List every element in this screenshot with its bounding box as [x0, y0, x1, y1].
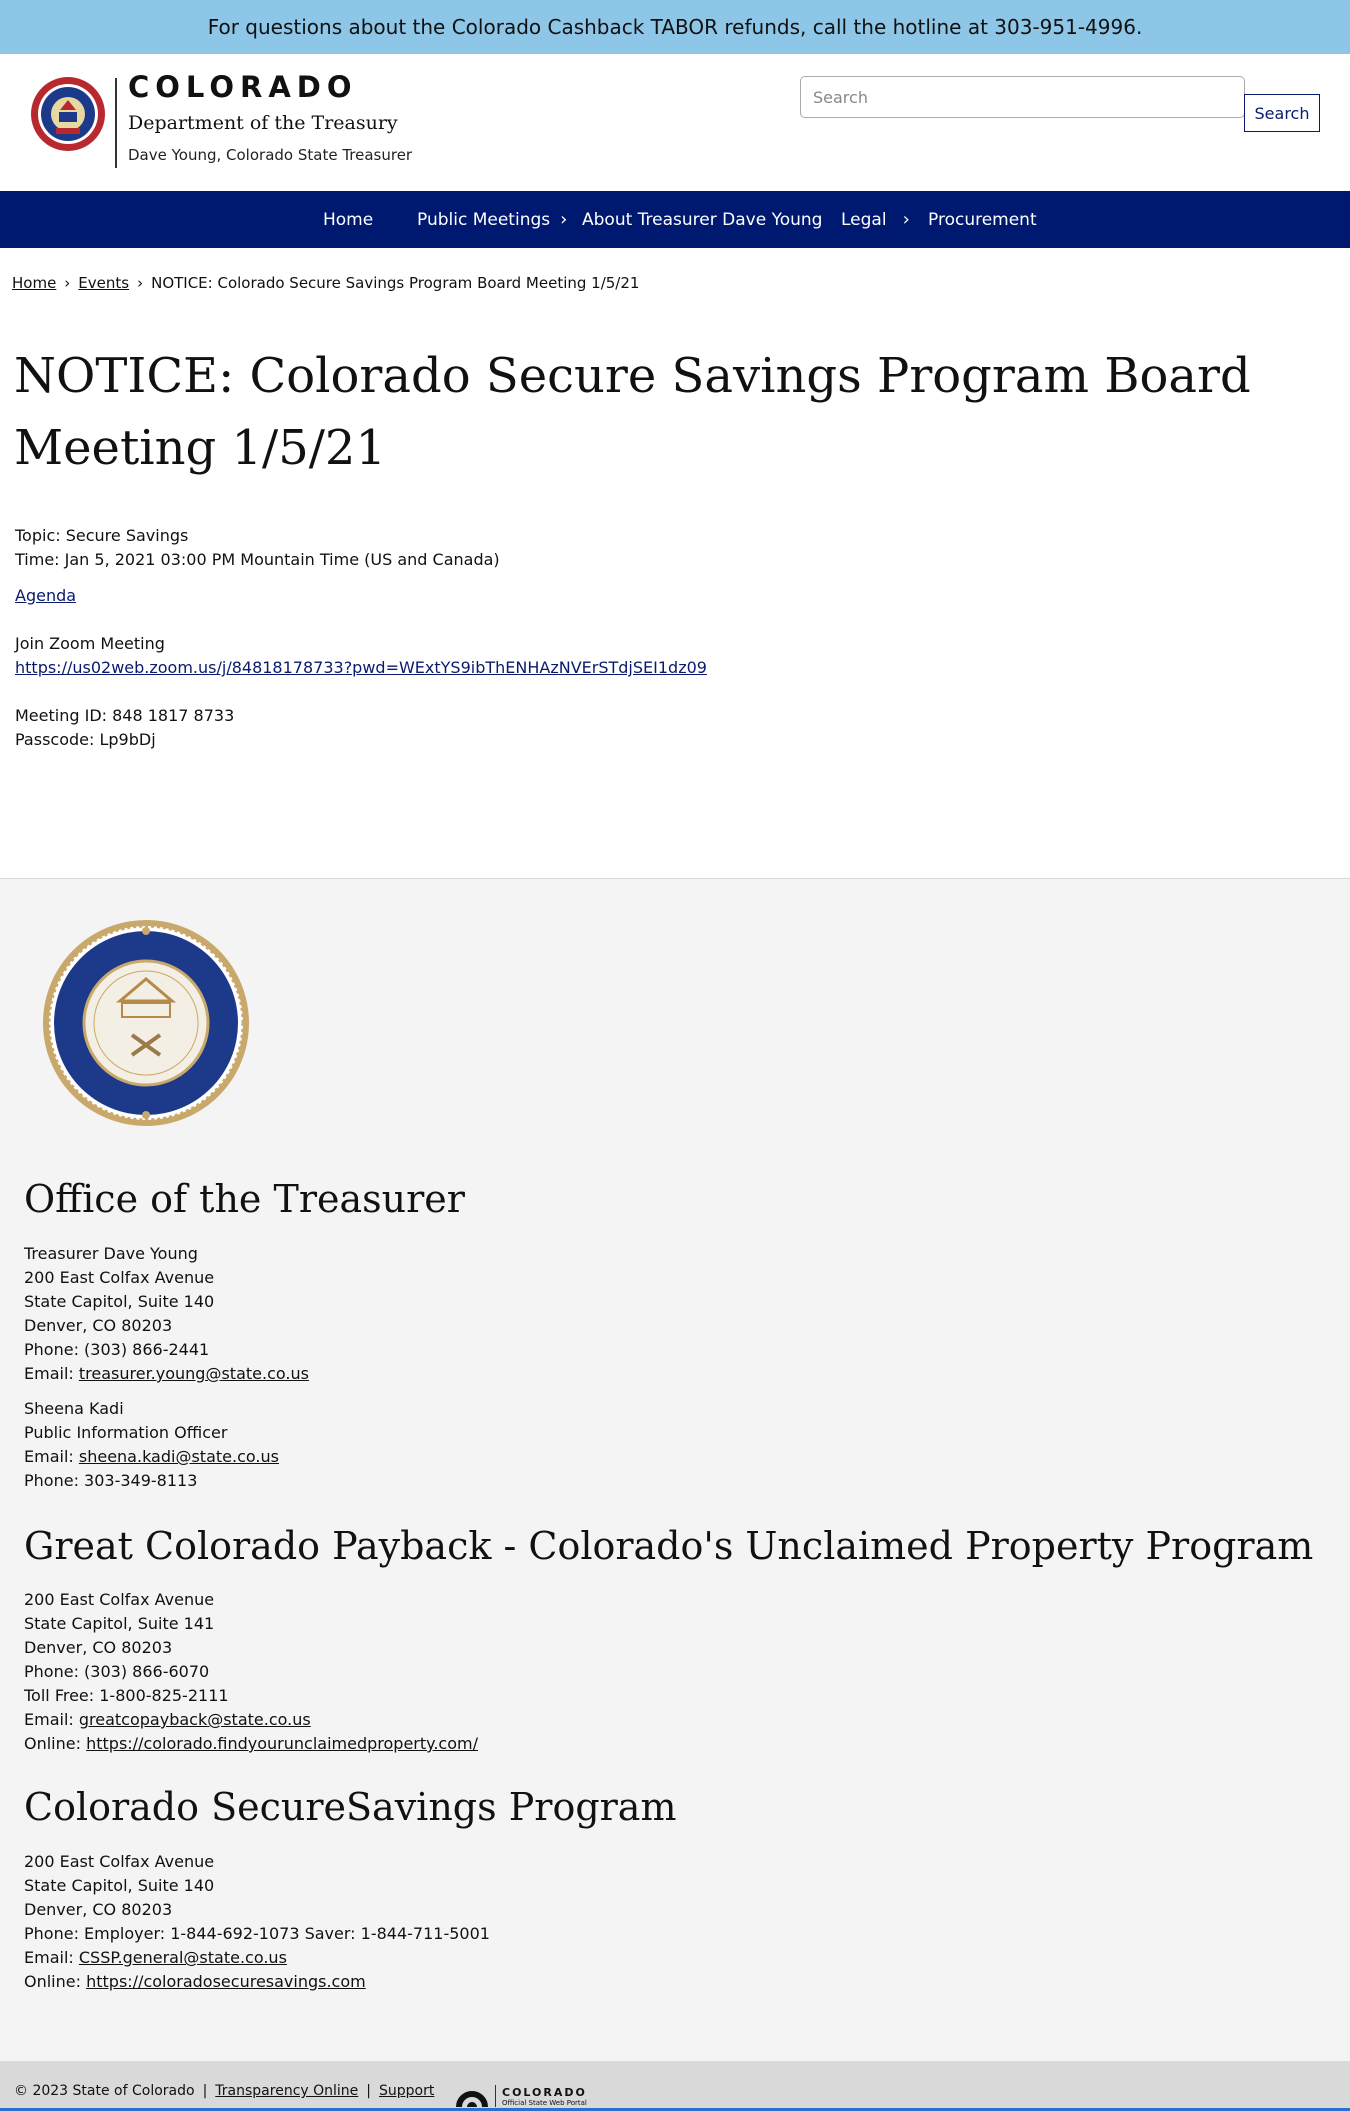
payback-line: State Capitol, Suite 141 [24, 1614, 215, 1633]
payback-online-label: Online: [24, 1734, 87, 1753]
support-link[interactable]: Support [379, 2083, 434, 2099]
nav-about[interactable]: About Treasurer Dave Young [582, 191, 822, 248]
meeting-id: Meeting ID: 848 1817 8733 [15, 706, 235, 725]
securesavings-line: 200 East Colfax Avenue [24, 1852, 215, 1871]
transparency-link[interactable]: Transparency Online [215, 2083, 358, 2099]
payback-heading: Great Colorado Payback - Colorado's Uncl… [24, 1524, 1314, 1568]
payback-line: Denver, CO 80203 [24, 1638, 173, 1657]
meeting-passcode: Passcode: Lp9bDj [15, 730, 156, 749]
securesavings-contact: 200 East Colfax Avenue State Capitol, Su… [24, 1850, 490, 1994]
bottom-bar: © 2023 State of Colorado | Transparency … [0, 2061, 1350, 2111]
treasurer-seal-icon [43, 920, 249, 1126]
payback-online-link[interactable]: https://colorado.findyourunclaimedproper… [86, 1734, 478, 1753]
office-contact: Treasurer Dave Young 200 East Colfax Ave… [24, 1242, 309, 1493]
pio-line: Public Information Officer [24, 1423, 228, 1442]
pio-email-link[interactable]: sheena.kadi@state.co.us [79, 1447, 279, 1466]
state-seal-logo[interactable] [30, 76, 106, 152]
nav-public-meetings[interactable]: Public Meetings › [417, 191, 567, 248]
nav-home-label: Home [323, 209, 374, 230]
securesavings-heading: Colorado SecureSavings Program [24, 1785, 677, 1829]
office-email-label: Email: [24, 1364, 79, 1383]
securesavings-line: Phone: Employer: 1-844-692-1073 Saver: 1… [24, 1924, 490, 1943]
securesavings-email-label: Email: [24, 1948, 79, 1967]
payback-email-link[interactable]: greatcopayback@state.co.us [79, 1710, 311, 1729]
chevron-right-icon[interactable]: › [903, 209, 910, 230]
agenda-link[interactable]: Agenda [15, 586, 76, 605]
securesavings-online-label: Online: [24, 1972, 87, 1991]
nav-public-meetings-label: Public Meetings [417, 209, 551, 230]
payback-line: 200 East Colfax Avenue [24, 1590, 215, 1609]
pio-phone: Phone: 303-349-8113 [24, 1471, 198, 1490]
payback-email-label: Email: [24, 1710, 79, 1729]
zoom-link[interactable]: https://us02web.zoom.us/j/84818178733?pw… [15, 658, 707, 677]
portal-subtitle: Official State Web Portal [502, 2098, 587, 2107]
payback-line: Toll Free: 1-800-825-2111 [24, 1686, 229, 1705]
copyright: © 2023 State of Colorado [14, 2083, 195, 2099]
securesavings-email-link[interactable]: CSSP.general@state.co.us [79, 1948, 287, 1967]
link-separator: | [366, 2083, 372, 2099]
office-line: Treasurer Dave Young [24, 1244, 198, 1263]
link-separator: | [202, 2083, 208, 2099]
site-footer: Office of the Treasurer Treasurer Dave Y… [0, 878, 1350, 2061]
office-heading: Office of the Treasurer [24, 1177, 465, 1221]
payback-line: Phone: (303) 866-6070 [24, 1662, 210, 1681]
main-nav: Home Public Meetings › About Treasurer D… [0, 191, 1350, 248]
breadcrumb-current: NOTICE: Colorado Secure Savings Program … [151, 274, 640, 292]
portal-title: COLORADO [502, 2085, 587, 2099]
search-button[interactable]: Search [1244, 94, 1320, 132]
office-line: Phone: (303) 866-2441 [24, 1340, 210, 1359]
nav-home[interactable]: Home [323, 191, 373, 248]
nav-legal[interactable]: Legal › [841, 191, 910, 248]
pio-line: Sheena Kadi [24, 1399, 124, 1418]
brand-department[interactable]: Department of the Treasury [128, 112, 398, 134]
nav-procurement-label: Procurement [928, 209, 1037, 230]
brand-divider [115, 78, 117, 168]
bottom-links: © 2023 State of Colorado | Transparency … [14, 2083, 434, 2099]
office-line: Denver, CO 80203 [24, 1316, 173, 1335]
office-email-link[interactable]: treasurer.young@state.co.us [79, 1364, 309, 1383]
breadcrumb-events[interactable]: Events [78, 274, 129, 292]
brand-subtitle: Dave Young, Colorado State Treasurer [128, 146, 413, 164]
meeting-time: Time: Jan 5, 2021 03:00 PM Mountain Time… [15, 550, 500, 569]
payback-contact: 200 East Colfax Avenue State Capitol, Su… [24, 1588, 478, 1756]
securesavings-line: Denver, CO 80203 [24, 1900, 173, 1919]
alert-banner: For questions about the Colorado Cashbac… [0, 0, 1350, 54]
site-header: COLORADO Department of the Treasury Dave… [0, 54, 1350, 191]
office-line: State Capitol, Suite 140 [24, 1292, 215, 1311]
nav-about-label: About Treasurer Dave Young [582, 209, 823, 230]
portal-divider [495, 2085, 496, 2107]
colorado-c-icon [456, 2091, 488, 2107]
breadcrumb: Home › Events › NOTICE: Colorado Secure … [12, 274, 639, 292]
breadcrumb-separator: › [137, 274, 144, 292]
securesavings-line: State Capitol, Suite 140 [24, 1876, 215, 1895]
office-line: 200 East Colfax Avenue [24, 1268, 215, 1287]
join-zoom-label: Join Zoom Meeting [15, 634, 165, 653]
nav-procurement[interactable]: Procurement [928, 191, 1037, 248]
breadcrumb-home[interactable]: Home [12, 274, 56, 292]
nav-legal-label: Legal [841, 209, 887, 230]
search-input[interactable] [800, 76, 1245, 118]
brand-title[interactable]: COLORADO [128, 70, 358, 104]
chevron-right-icon[interactable]: › [560, 209, 567, 230]
alert-text: For questions about the Colorado Cashbac… [207, 15, 1143, 39]
pio-email-label: Email: [24, 1447, 79, 1466]
page-title: NOTICE: Colorado Secure Savings Program … [14, 348, 1251, 476]
securesavings-online-link[interactable]: https://coloradosecuresavings.com [86, 1972, 366, 1991]
breadcrumb-separator: › [64, 274, 71, 292]
meeting-topic: Topic: Secure Savings [15, 526, 189, 545]
state-portal-logo[interactable]: COLORADO Official State Web Portal [455, 2085, 587, 2107]
